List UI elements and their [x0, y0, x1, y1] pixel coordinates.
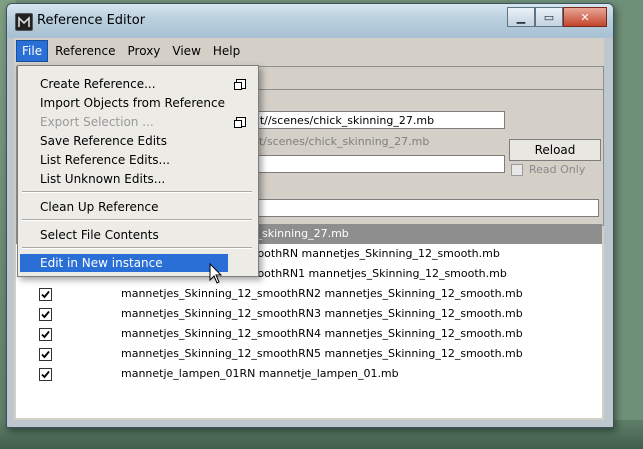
menu-item-create-reference[interactable]: Create Reference...	[20, 75, 254, 93]
menu-separator	[22, 247, 252, 249]
menu-item-save-reference-edits[interactable]: Save Reference Edits	[20, 132, 254, 150]
maximize-button[interactable]: ▭	[535, 7, 563, 27]
reload-button[interactable]: Reload	[509, 139, 601, 161]
loaded-checkbox[interactable]	[39, 308, 52, 321]
menu-item-label: Select File Contents	[40, 228, 159, 242]
menu-item-label: Create Reference...	[40, 77, 156, 91]
menu-help[interactable]: Help	[208, 41, 245, 61]
list-item[interactable]: mannetjes_Skinning_12_smoothRN5 mannetje…	[16, 344, 602, 364]
filter-field[interactable]	[243, 199, 599, 217]
menu-item-list-reference-edits[interactable]: List Reference Edits...	[20, 151, 254, 169]
loaded-checkbox[interactable]	[39, 328, 52, 341]
menu-item-label: List Unknown Edits...	[40, 172, 166, 186]
menu-item-clean-up-reference[interactable]: Clean Up Reference	[20, 198, 254, 216]
list-item[interactable]: mannetjes_Skinning_12_smoothRN2 mannetje…	[16, 284, 602, 304]
window-title: Reference Editor	[37, 13, 146, 28]
menu-item-label: Export Selection ...	[40, 115, 154, 129]
loaded-checkbox[interactable]	[39, 368, 52, 381]
menu-item-list-unknown-edits[interactable]: List Unknown Edits...	[20, 170, 254, 188]
reference-path-field[interactable]: ect//scenes/chick_skinning_27.mb	[243, 111, 505, 129]
window-controls: ▁ ▭ ✕	[507, 7, 607, 27]
menu-separator	[22, 191, 252, 193]
menu-separator	[22, 219, 252, 221]
menu-item-import-objects[interactable]: Import Objects from Reference	[20, 94, 254, 112]
loaded-checkbox[interactable]	[39, 348, 52, 361]
read-only-checkbox[interactable]: Read Only	[511, 163, 585, 176]
option-box-icon[interactable]	[234, 117, 246, 128]
menu-item-edit-in-new-instance[interactable]: Edit in New instance	[20, 254, 228, 272]
list-item[interactable]: mannetjes_Skinning_12_smoothRN4 mannetje…	[16, 324, 602, 344]
menu-proxy[interactable]: Proxy	[123, 41, 166, 61]
menu-item-label: Clean Up Reference	[40, 200, 159, 214]
menu-item-label: Import Objects from Reference	[40, 96, 225, 110]
title-bar[interactable]: Reference Editor ▁ ▭ ✕	[7, 4, 613, 38]
file-menu-dropdown: Create Reference... Import Objects from …	[17, 65, 259, 277]
reference-name: mannetje_lampen_01RN mannetje_lampen_01.…	[121, 367, 399, 380]
menu-item-label: List Reference Edits...	[40, 153, 170, 167]
reference-name: mannetjes_Skinning_12_smoothRN4 mannetje…	[121, 327, 523, 340]
option-box-icon[interactable]	[234, 79, 246, 90]
list-item[interactable]: mannetje_lampen_01RN mannetje_lampen_01.…	[16, 364, 602, 384]
minimize-button[interactable]: ▁	[507, 7, 535, 27]
menu-item-label: Save Reference Edits	[40, 134, 168, 148]
reference-name: smoothRN mannetjes_Skinning_12_smooth.mb	[241, 247, 500, 260]
checkbox-icon[interactable]	[511, 163, 523, 176]
reference-name: mannetjes_Skinning_12_smoothRN2 mannetje…	[121, 287, 523, 300]
app-icon[interactable]	[15, 13, 33, 31]
menu-item-export-selection: Export Selection ...	[20, 113, 254, 131]
close-button[interactable]: ✕	[563, 7, 607, 27]
menu-item-select-file-contents[interactable]: Select File Contents	[20, 226, 254, 244]
read-only-label: Read Only	[529, 163, 586, 176]
reference-name: mannetjes_Skinning_12_smoothRN3 mannetje…	[121, 307, 523, 320]
list-item[interactable]: mannetjes_Skinning_12_smoothRN3 mannetje…	[16, 304, 602, 324]
unresolved-path-field: ect/scenes/chick_skinning_27.mb	[243, 133, 505, 151]
reference-name: smoothRN1 mannetjes_Skinning_12_smooth.m…	[241, 267, 507, 280]
loaded-checkbox[interactable]	[39, 288, 52, 301]
reference-name: mannetjes_Skinning_12_smoothRN5 mannetje…	[121, 347, 523, 360]
menu-bar: File Reference Proxy View Help	[14, 38, 604, 64]
namespace-field[interactable]	[243, 155, 505, 173]
mouse-cursor-icon	[209, 263, 223, 284]
menu-reference[interactable]: Reference	[50, 41, 120, 61]
menu-file[interactable]: File	[16, 40, 49, 62]
menu-item-label: Edit in New instance	[40, 256, 163, 270]
menu-view[interactable]: View	[167, 41, 205, 61]
